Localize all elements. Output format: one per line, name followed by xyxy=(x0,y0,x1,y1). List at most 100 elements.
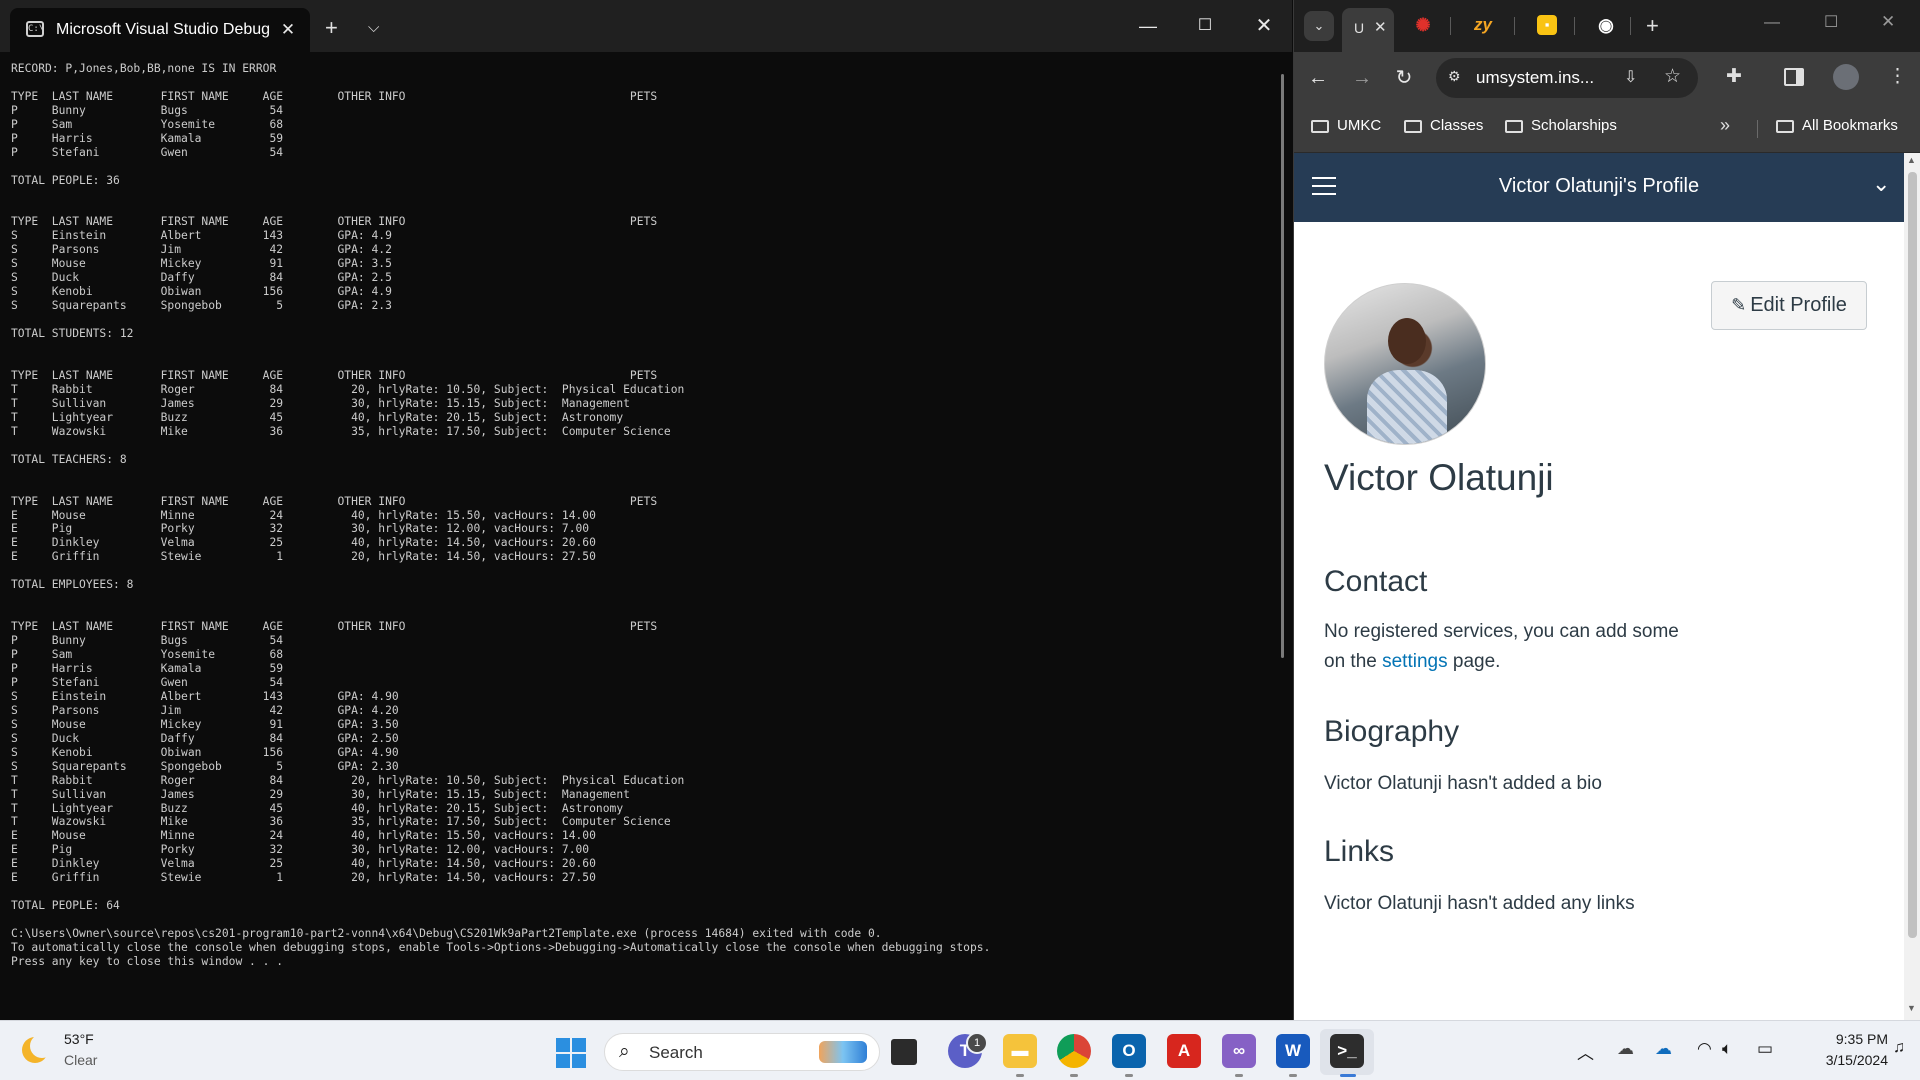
folder-icon xyxy=(1505,120,1523,133)
console-line: S Squarepants Spongebob 5 GPA: 2.30 xyxy=(11,759,399,773)
minimize-button[interactable]: — xyxy=(1128,12,1168,40)
close-window-button[interactable]: ✕ xyxy=(1881,12,1895,32)
console-line: E Mouse Minne 24 40, hrlyRate: 15.50, va… xyxy=(11,829,596,843)
avatar-shirt xyxy=(1367,370,1447,444)
address-bar[interactable]: ⚙ umsystem.ins... ⇩ ☆ xyxy=(1436,58,1698,98)
minimize-button[interactable]: — xyxy=(1764,14,1780,32)
chrome-icon[interactable] xyxy=(1057,1034,1091,1068)
bookmarks-separator xyxy=(1757,120,1758,138)
tab-active[interactable]: U ✕ xyxy=(1342,8,1394,52)
bookmark-label: UMKC xyxy=(1337,117,1382,134)
onedrive-personal-icon[interactable]: ☁ xyxy=(1617,1039,1634,1059)
taskbar-search[interactable]: ⌕ Search xyxy=(604,1033,880,1071)
active-indicator xyxy=(1340,1074,1356,1077)
bookmark-scholarships[interactable]: Scholarships xyxy=(1505,117,1617,134)
start-button[interactable] xyxy=(556,1038,586,1068)
browser-window: ⌄ U ✕ ✺ zy ▪ ◉ + — ☐ ✕ ← → ↻ ⚙ umsystem.… xyxy=(1293,0,1920,1020)
tab-separator xyxy=(1450,17,1451,35)
file-explorer-icon[interactable]: ▬ xyxy=(1003,1034,1037,1068)
onedrive-business-icon[interactable]: ☁ xyxy=(1655,1039,1672,1059)
avatar xyxy=(1324,283,1486,445)
console-line: S Squarepants Spongebob 5 GPA: 2.3 xyxy=(11,299,392,313)
running-indicator xyxy=(1235,1074,1243,1077)
console-line: Press any key to close this window . . . xyxy=(11,955,284,968)
terminal-scrollbar[interactable] xyxy=(1281,74,1284,658)
terminal-tab[interactable]: C:\ Microsoft Visual Studio Debug ✕ xyxy=(10,8,310,52)
back-icon[interactable]: ← xyxy=(1305,65,1331,91)
forward-icon[interactable]: → xyxy=(1349,65,1375,91)
install-app-icon[interactable]: ⇩ xyxy=(1624,67,1637,87)
profile-avatar[interactable] xyxy=(1833,64,1859,90)
console-line: E Pig Porky 32 30, hrlyRate: 12.00, vacH… xyxy=(11,843,590,857)
bookmark-classes[interactable]: Classes xyxy=(1404,117,1483,134)
console-line: E Griffin Stewie 1 20, hrlyRate: 14.50, … xyxy=(11,871,596,885)
reload-icon[interactable]: ↻ xyxy=(1391,65,1417,91)
search-icon: ⌕ xyxy=(619,1041,630,1062)
site-info-icon[interactable]: ⚙ xyxy=(1448,68,1461,85)
volume-icon[interactable]: 🔈︎ xyxy=(1722,1039,1732,1059)
new-tab-button[interactable]: + xyxy=(325,17,338,39)
console-line: P Bunny Bugs 54 xyxy=(11,634,284,648)
profile-page: Victor Olatunji's Profile ⌄ ✎ Edit Profil… xyxy=(1294,153,1904,1020)
maximize-button[interactable]: ☐ xyxy=(1185,12,1225,40)
search-placeholder: Search xyxy=(649,1043,703,1062)
console-line: S Duck Daffy 84 GPA: 2.50 xyxy=(11,731,399,745)
console-line: To automatically close the console when … xyxy=(11,941,991,955)
console-line: S Kenobi Obiwan 156 GPA: 4.9 xyxy=(11,285,392,299)
tab-separator xyxy=(1574,17,1575,35)
tab-search-button[interactable]: ⌄ xyxy=(1304,11,1334,41)
console-line: S Mouse Mickey 91 GPA: 3.50 xyxy=(11,717,399,731)
weather-temperature[interactable]: 53°F xyxy=(64,1031,94,1047)
clock-date[interactable]: 3/15/2024 xyxy=(1792,1052,1888,1068)
extensions-icon[interactable]: ✚ xyxy=(1726,65,1742,88)
more-menu-icon[interactable]: ⋮ xyxy=(1888,65,1907,88)
zybooks-icon[interactable]: zy xyxy=(1473,15,1493,35)
all-bookmarks[interactable]: All Bookmarks xyxy=(1776,117,1898,134)
close-window-button[interactable]: ✕ xyxy=(1244,12,1284,40)
canvas-icon[interactable]: ✺ xyxy=(1413,15,1433,35)
console-line: T Wazowski Mike 36 35, hrlyRate: 17.50, … xyxy=(11,815,671,829)
bookmarks-overflow-icon[interactable]: » xyxy=(1720,115,1730,136)
scroll-down-arrow-icon[interactable]: ▼ xyxy=(1907,1003,1916,1013)
scroll-up-arrow-icon[interactable]: ▲ xyxy=(1907,155,1916,165)
close-tab-icon[interactable]: ✕ xyxy=(1374,18,1387,36)
chrome-icon[interactable]: ◉ xyxy=(1596,15,1616,35)
tab-separator xyxy=(1514,17,1515,35)
terminal-icon[interactable]: >_ xyxy=(1330,1034,1364,1068)
page-title: Victor Olatunji's Profile xyxy=(1498,175,1700,197)
bell-icon[interactable]: ♫ xyxy=(1893,1039,1905,1057)
page-scrollbar-thumb[interactable] xyxy=(1908,172,1917,938)
folder-icon xyxy=(1776,120,1794,133)
maximize-button[interactable]: ☐ xyxy=(1824,12,1838,32)
acrobat-icon[interactable]: A xyxy=(1167,1034,1201,1068)
outlook-icon[interactable]: O xyxy=(1112,1034,1146,1068)
console-output[interactable]: RECORD: P,Jones,Bob,BB,none IS IN ERROR … xyxy=(11,62,990,969)
chevron-down-icon[interactable]: ⌄ xyxy=(1872,171,1890,197)
side-panel-icon[interactable] xyxy=(1784,68,1804,86)
weather-condition[interactable]: Clear xyxy=(64,1052,97,1068)
close-tab-icon[interactable]: ✕ xyxy=(276,18,300,42)
battery-icon[interactable]: ▭ xyxy=(1757,1039,1773,1059)
edit-profile-button[interactable]: ✎ Edit Profile xyxy=(1711,281,1867,330)
bookmark-star-icon[interactable]: ☆ xyxy=(1664,65,1681,88)
word-icon[interactable]: W xyxy=(1276,1034,1310,1068)
wifi-icon[interactable]: ◠ xyxy=(1697,1039,1712,1059)
console-line: TYPE LAST NAME FIRST NAME AGE OTHER INFO… xyxy=(11,89,658,103)
settings-link[interactable]: settings xyxy=(1382,651,1447,672)
contact-text-after: page. xyxy=(1447,651,1501,672)
new-tab-button[interactable]: + xyxy=(1646,13,1659,39)
console-line: S Parsons Jim 42 GPA: 4.20 xyxy=(11,703,399,717)
keep-icon[interactable]: ▪ xyxy=(1537,15,1557,35)
moon-icon[interactable] xyxy=(22,1034,54,1063)
chevron-up-icon[interactable]: ︿ xyxy=(1577,1039,1594,1064)
console-line: S Einstein Albert 143 GPA: 4.9 xyxy=(11,229,392,243)
console-line: TOTAL EMPLOYEES: 8 xyxy=(11,578,134,592)
url-text[interactable]: umsystem.ins... xyxy=(1476,68,1594,88)
chevron-down-icon[interactable]: ⌵ xyxy=(368,17,379,39)
task-view-icon[interactable] xyxy=(891,1039,917,1065)
clock-time[interactable]: 9:35 PM xyxy=(1792,1031,1888,1047)
bookmark-umkc[interactable]: UMKC xyxy=(1311,117,1381,134)
visual-studio-icon[interactable]: ∞ xyxy=(1222,1034,1256,1068)
